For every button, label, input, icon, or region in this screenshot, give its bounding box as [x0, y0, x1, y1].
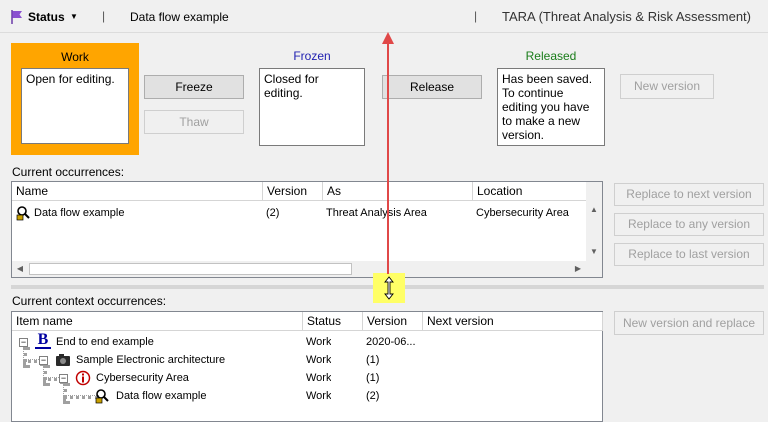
- b-icon: B: [35, 332, 51, 349]
- replace-any-version-button[interactable]: Replace to any version: [614, 213, 764, 236]
- work-state-panel: Work Open for editing.: [11, 43, 139, 155]
- scroll-left-icon[interactable]: ◀: [12, 261, 28, 277]
- occurrence-as: Threat Analysis Area: [326, 207, 427, 219]
- item-name: Cybersecurity Area: [96, 372, 189, 384]
- replace-last-version-button[interactable]: Replace to last version: [614, 243, 764, 266]
- splitter-handle[interactable]: [373, 273, 405, 303]
- frozen-state-title: Frozen: [293, 49, 331, 63]
- occurrence-name: Data flow example: [34, 207, 125, 219]
- info-circle-icon: [75, 370, 91, 386]
- collapse-icon[interactable]: −: [39, 356, 48, 365]
- item-name: Data flow example: [116, 390, 207, 402]
- dataflow-lock-icon: [16, 206, 30, 221]
- item-status: Work: [306, 372, 332, 384]
- column-header-version[interactable]: Version: [263, 182, 323, 201]
- scrollbar-thumb[interactable]: [29, 263, 352, 275]
- column-header-version[interactable]: Version: [363, 312, 423, 331]
- table-row[interactable]: Data flow example (2) Threat Analysis Ar…: [12, 204, 586, 222]
- frozen-state-text: Closed for editing.: [259, 68, 365, 146]
- column-header-location[interactable]: Location: [473, 182, 587, 201]
- freeze-button[interactable]: Freeze: [144, 75, 244, 99]
- new-version-and-replace-button[interactable]: New version and replace: [614, 311, 764, 335]
- column-header-name[interactable]: Name: [12, 182, 263, 201]
- tree-row[interactable]: − Sample Electronic architecture Work (1…: [12, 351, 602, 369]
- item-status: Work: [306, 390, 332, 402]
- scroll-up-icon[interactable]: ▲: [586, 202, 602, 218]
- status-menu[interactable]: Status ▼: [8, 8, 86, 26]
- new-version-button[interactable]: New version: [620, 74, 714, 99]
- thaw-button[interactable]: Thaw: [144, 110, 244, 134]
- page-title: Data flow example: [130, 10, 229, 24]
- tree-row[interactable]: Data flow example Work (2): [12, 387, 602, 405]
- work-state-title: Work: [61, 50, 89, 64]
- scroll-right-icon[interactable]: ▶: [570, 261, 586, 277]
- chevron-down-icon: ▼: [70, 12, 78, 21]
- item-version: (1): [366, 372, 380, 384]
- column-header-item-name[interactable]: Item name: [12, 312, 303, 331]
- context-occurrences-label: Current context occurrences:: [12, 294, 167, 308]
- column-header-next-version[interactable]: Next version: [423, 312, 603, 331]
- tree-row[interactable]: − Cybersecurity Area Work (1): [12, 369, 602, 387]
- released-state-text: Has been saved. To continue editing you …: [497, 68, 605, 146]
- horizontal-scrollbar[interactable]: ◀ ▶: [12, 261, 602, 277]
- flag-icon: [11, 10, 22, 24]
- collapse-icon[interactable]: −: [59, 374, 68, 383]
- app-title: TARA (Threat Analysis & Risk Assessment): [502, 9, 751, 24]
- dataflow-lock-icon: [95, 389, 109, 404]
- resize-vertical-icon: [384, 276, 394, 300]
- item-status: Work: [306, 336, 332, 348]
- occurrence-version: (2): [266, 207, 280, 219]
- scroll-down-icon[interactable]: ▼: [586, 244, 602, 260]
- replace-next-version-button[interactable]: Replace to next version: [614, 183, 764, 206]
- current-occurrences-table: Name Version As Location Data flow examp…: [11, 181, 603, 278]
- item-name: Sample Electronic architecture: [76, 354, 226, 366]
- item-version: 2020-06...: [366, 336, 416, 348]
- item-name: End to end example: [56, 336, 154, 348]
- current-occurrences-label: Current occurrences:: [12, 165, 125, 179]
- released-state-title: Released: [525, 49, 577, 63]
- header-bar: Status ▼ | Data flow example | TARA (Thr…: [0, 0, 768, 33]
- occurrence-location: Cybersecurity Area: [476, 207, 569, 219]
- annotation-arrow-icon: [382, 32, 394, 274]
- item-version: (2): [366, 390, 380, 402]
- camera-icon: [56, 354, 70, 366]
- item-version: (1): [366, 354, 380, 366]
- work-state-text: Open for editing.: [21, 68, 129, 144]
- collapse-icon[interactable]: −: [19, 338, 28, 347]
- header-separator: |: [102, 9, 106, 23]
- column-header-status[interactable]: Status: [303, 312, 363, 331]
- tree-row[interactable]: − B End to end example Work 2020-06...: [12, 332, 602, 351]
- item-status: Work: [306, 354, 332, 366]
- status-label: Status: [28, 10, 65, 24]
- context-occurrences-table: Item name Status Version Next version − …: [11, 311, 603, 422]
- vertical-scrollbar[interactable]: ▲ ▼: [586, 182, 602, 261]
- header-separator-right: |: [474, 9, 478, 23]
